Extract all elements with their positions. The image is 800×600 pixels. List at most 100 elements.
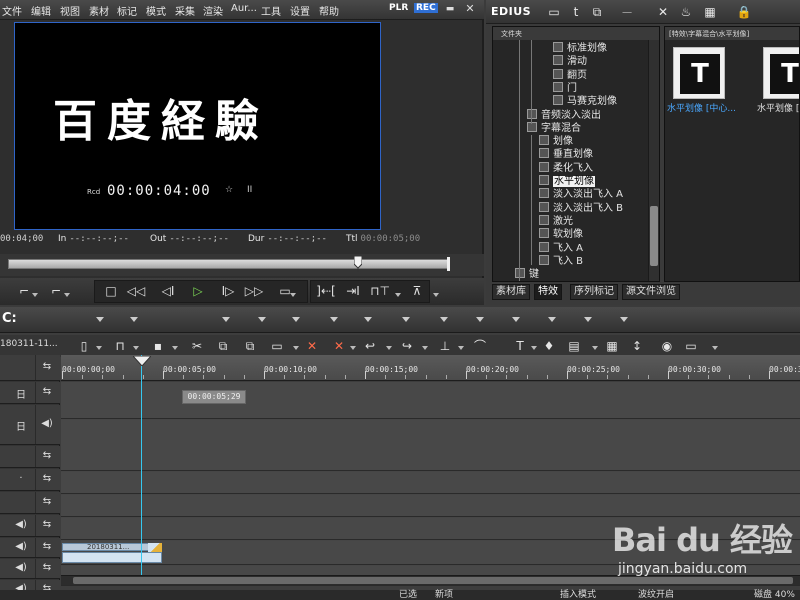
menu-item-6[interactable]: 采集 bbox=[175, 3, 195, 18]
menu-item-9[interactable]: 工具 bbox=[261, 3, 281, 18]
effects-list[interactable]: [特效\字幕混合\水平划像] T 水平划像 [中心... T 水平划像 [ bbox=[664, 26, 800, 282]
dropdown-arrow-icon[interactable] bbox=[712, 346, 718, 350]
tree-item[interactable]: 飞入 A bbox=[539, 241, 583, 255]
replace-icon[interactable]: ⊓⊤ bbox=[370, 282, 390, 300]
folder-icon[interactable]: ▭ bbox=[546, 4, 562, 20]
dropdown-arrow-icon[interactable] bbox=[32, 293, 38, 297]
track-toggle-icon[interactable]: ◀) bbox=[14, 519, 28, 530]
tree-scrollbar[interactable] bbox=[648, 40, 659, 281]
plr-label[interactable]: PLR bbox=[389, 3, 408, 13]
tree-item[interactable]: 翻页 bbox=[553, 68, 587, 82]
open-icon[interactable]: ⊓ bbox=[112, 338, 128, 354]
timeline-track[interactable] bbox=[61, 420, 800, 471]
menu-item-3[interactable]: 素材 bbox=[89, 3, 109, 18]
dropdown-arrow-icon[interactable] bbox=[422, 346, 428, 350]
grid-icon[interactable]: ▦ bbox=[604, 338, 620, 354]
menu-item-2[interactable]: 视图 bbox=[60, 3, 80, 18]
dropdown-arrow-icon[interactable] bbox=[548, 317, 556, 322]
adjust-icon[interactable]: ↕ bbox=[629, 338, 645, 354]
dropdown-arrow-icon[interactable] bbox=[133, 346, 139, 350]
scrub-handle[interactable] bbox=[354, 256, 362, 272]
ripple-delete-icon[interactable]: ✕ bbox=[331, 338, 347, 354]
panel-tab[interactable]: 源文件浏览 bbox=[622, 284, 680, 300]
tree-item[interactable]: 音频淡入淡出 bbox=[527, 108, 601, 122]
tree-item[interactable]: 滑动 bbox=[553, 55, 587, 68]
timeline-scroll-thumb[interactable] bbox=[73, 577, 793, 584]
timeline-scrollbar[interactable] bbox=[61, 575, 800, 585]
step-back-icon[interactable]: ◁I bbox=[158, 282, 178, 300]
title-icon[interactable]: T bbox=[512, 338, 528, 354]
color-icon[interactable]: ◉ bbox=[659, 338, 675, 354]
track-sync-icon[interactable]: ⇆ bbox=[40, 450, 54, 461]
track-toggle-icon[interactable]: 日 bbox=[14, 418, 28, 433]
effect-thumbnail[interactable]: T bbox=[673, 47, 725, 99]
track-header[interactable]: ⇆ bbox=[0, 446, 60, 468]
loop-icon[interactable]: ▭ bbox=[275, 282, 295, 300]
track-header[interactable]: ◀) ⇆ bbox=[0, 538, 60, 558]
grid-icon[interactable]: ▦ bbox=[702, 4, 718, 20]
link-icon[interactable]: ⌒ bbox=[472, 338, 488, 354]
dropdown-arrow-icon[interactable] bbox=[620, 317, 628, 322]
scrub-bar[interactable] bbox=[0, 254, 484, 276]
layers-icon[interactable]: ⧉ bbox=[589, 4, 605, 20]
fast-forward-icon[interactable]: ▷▷ bbox=[244, 282, 264, 300]
panel-tab[interactable]: 序列标记 bbox=[570, 284, 618, 300]
tree-item[interactable]: 淡入淡出飞入 B bbox=[539, 201, 623, 215]
dropdown-arrow-icon[interactable] bbox=[293, 346, 299, 350]
dropdown-arrow-icon[interactable] bbox=[476, 317, 484, 322]
window-icon[interactable]: ▭ bbox=[683, 338, 699, 354]
timeline-track[interactable] bbox=[61, 518, 800, 540]
dropdown-arrow-icon[interactable] bbox=[440, 317, 448, 322]
dropdown-arrow-icon[interactable] bbox=[172, 346, 178, 350]
timeline-track[interactable] bbox=[61, 495, 800, 517]
menu-item-1[interactable]: 编辑 bbox=[31, 3, 51, 18]
tree-item[interactable]: 垂直划像 bbox=[539, 148, 593, 161]
track-header[interactable]: 日 ◀) bbox=[0, 405, 60, 445]
track-header[interactable]: 日 ⇆ bbox=[0, 382, 60, 404]
track-sync-icon[interactable]: ⇆ bbox=[40, 519, 54, 530]
new-icon[interactable]: t bbox=[568, 4, 584, 20]
tree-scroll-thumb[interactable] bbox=[650, 206, 658, 266]
minimize-icon[interactable]: ▬ bbox=[444, 3, 456, 15]
dropdown-arrow-icon[interactable] bbox=[222, 317, 230, 322]
timeline-ruler[interactable]: 00:00:00;00 00:00:05;00 00:00:10;00 00:00:1… bbox=[61, 355, 800, 381]
dropdown-arrow-icon[interactable] bbox=[96, 317, 104, 322]
dropdown-arrow-icon[interactable] bbox=[292, 317, 300, 322]
save-icon[interactable]: ▪ bbox=[150, 338, 166, 354]
tree-item[interactable]: 标准划像 bbox=[553, 42, 607, 55]
tree-item[interactable]: 淡入淡出飞入 A bbox=[539, 188, 623, 201]
menu-item-10[interactable]: 设置 bbox=[290, 3, 310, 18]
paste-insert-icon[interactable]: ▭ bbox=[269, 338, 285, 354]
menu-item-11[interactable]: 帮助 bbox=[319, 3, 339, 18]
effect-thumbnail[interactable]: T bbox=[763, 47, 799, 99]
track-sync-icon[interactable]: ⇆ bbox=[40, 541, 54, 552]
dropdown-arrow-icon[interactable] bbox=[330, 317, 338, 322]
export-icon[interactable]: ⊼ bbox=[407, 282, 427, 300]
track-toggle-icon[interactable]: ◀) bbox=[14, 562, 28, 573]
dropdown-arrow-icon[interactable] bbox=[64, 293, 70, 297]
dropdown-arrow-icon[interactable] bbox=[531, 346, 537, 350]
tree-item[interactable]: 马赛克划像 bbox=[553, 95, 617, 108]
track-sync-icon[interactable]: ◀) bbox=[40, 418, 54, 429]
overwrite-icon[interactable]: ⇥I bbox=[343, 282, 363, 300]
tree-item[interactable]: 软划像 bbox=[539, 228, 583, 241]
tree-item[interactable]: 柔化飞入 bbox=[539, 161, 593, 175]
mixer-icon[interactable]: ▤ bbox=[566, 338, 582, 354]
close-icon[interactable]: ✕ bbox=[464, 3, 476, 15]
dropdown-arrow-icon[interactable] bbox=[364, 317, 372, 322]
dropdown-arrow-icon[interactable] bbox=[512, 317, 520, 322]
menu-item-8[interactable]: Aur... bbox=[231, 3, 257, 14]
track-sync-icon[interactable]: ⇆ bbox=[40, 562, 54, 573]
undo-icon[interactable]: ↩ bbox=[362, 338, 378, 354]
track-header[interactable]: ⇆ bbox=[0, 492, 60, 514]
dropdown-arrow-icon[interactable] bbox=[592, 346, 598, 350]
rec-label[interactable]: REC bbox=[414, 3, 438, 13]
track-header[interactable]: · ⇆ bbox=[0, 469, 60, 491]
color-icon[interactable]: ♨ bbox=[678, 4, 694, 20]
track-sync-icon[interactable]: ⇆ bbox=[40, 361, 54, 372]
insert-icon[interactable]: ]⇠[ bbox=[316, 282, 336, 300]
copy-icon[interactable]: ⧉ bbox=[215, 338, 231, 354]
track-sync-icon[interactable]: ⇆ bbox=[40, 473, 54, 484]
dropdown-arrow-icon[interactable] bbox=[258, 317, 266, 322]
delete-icon[interactable]: ✕ bbox=[655, 4, 671, 20]
